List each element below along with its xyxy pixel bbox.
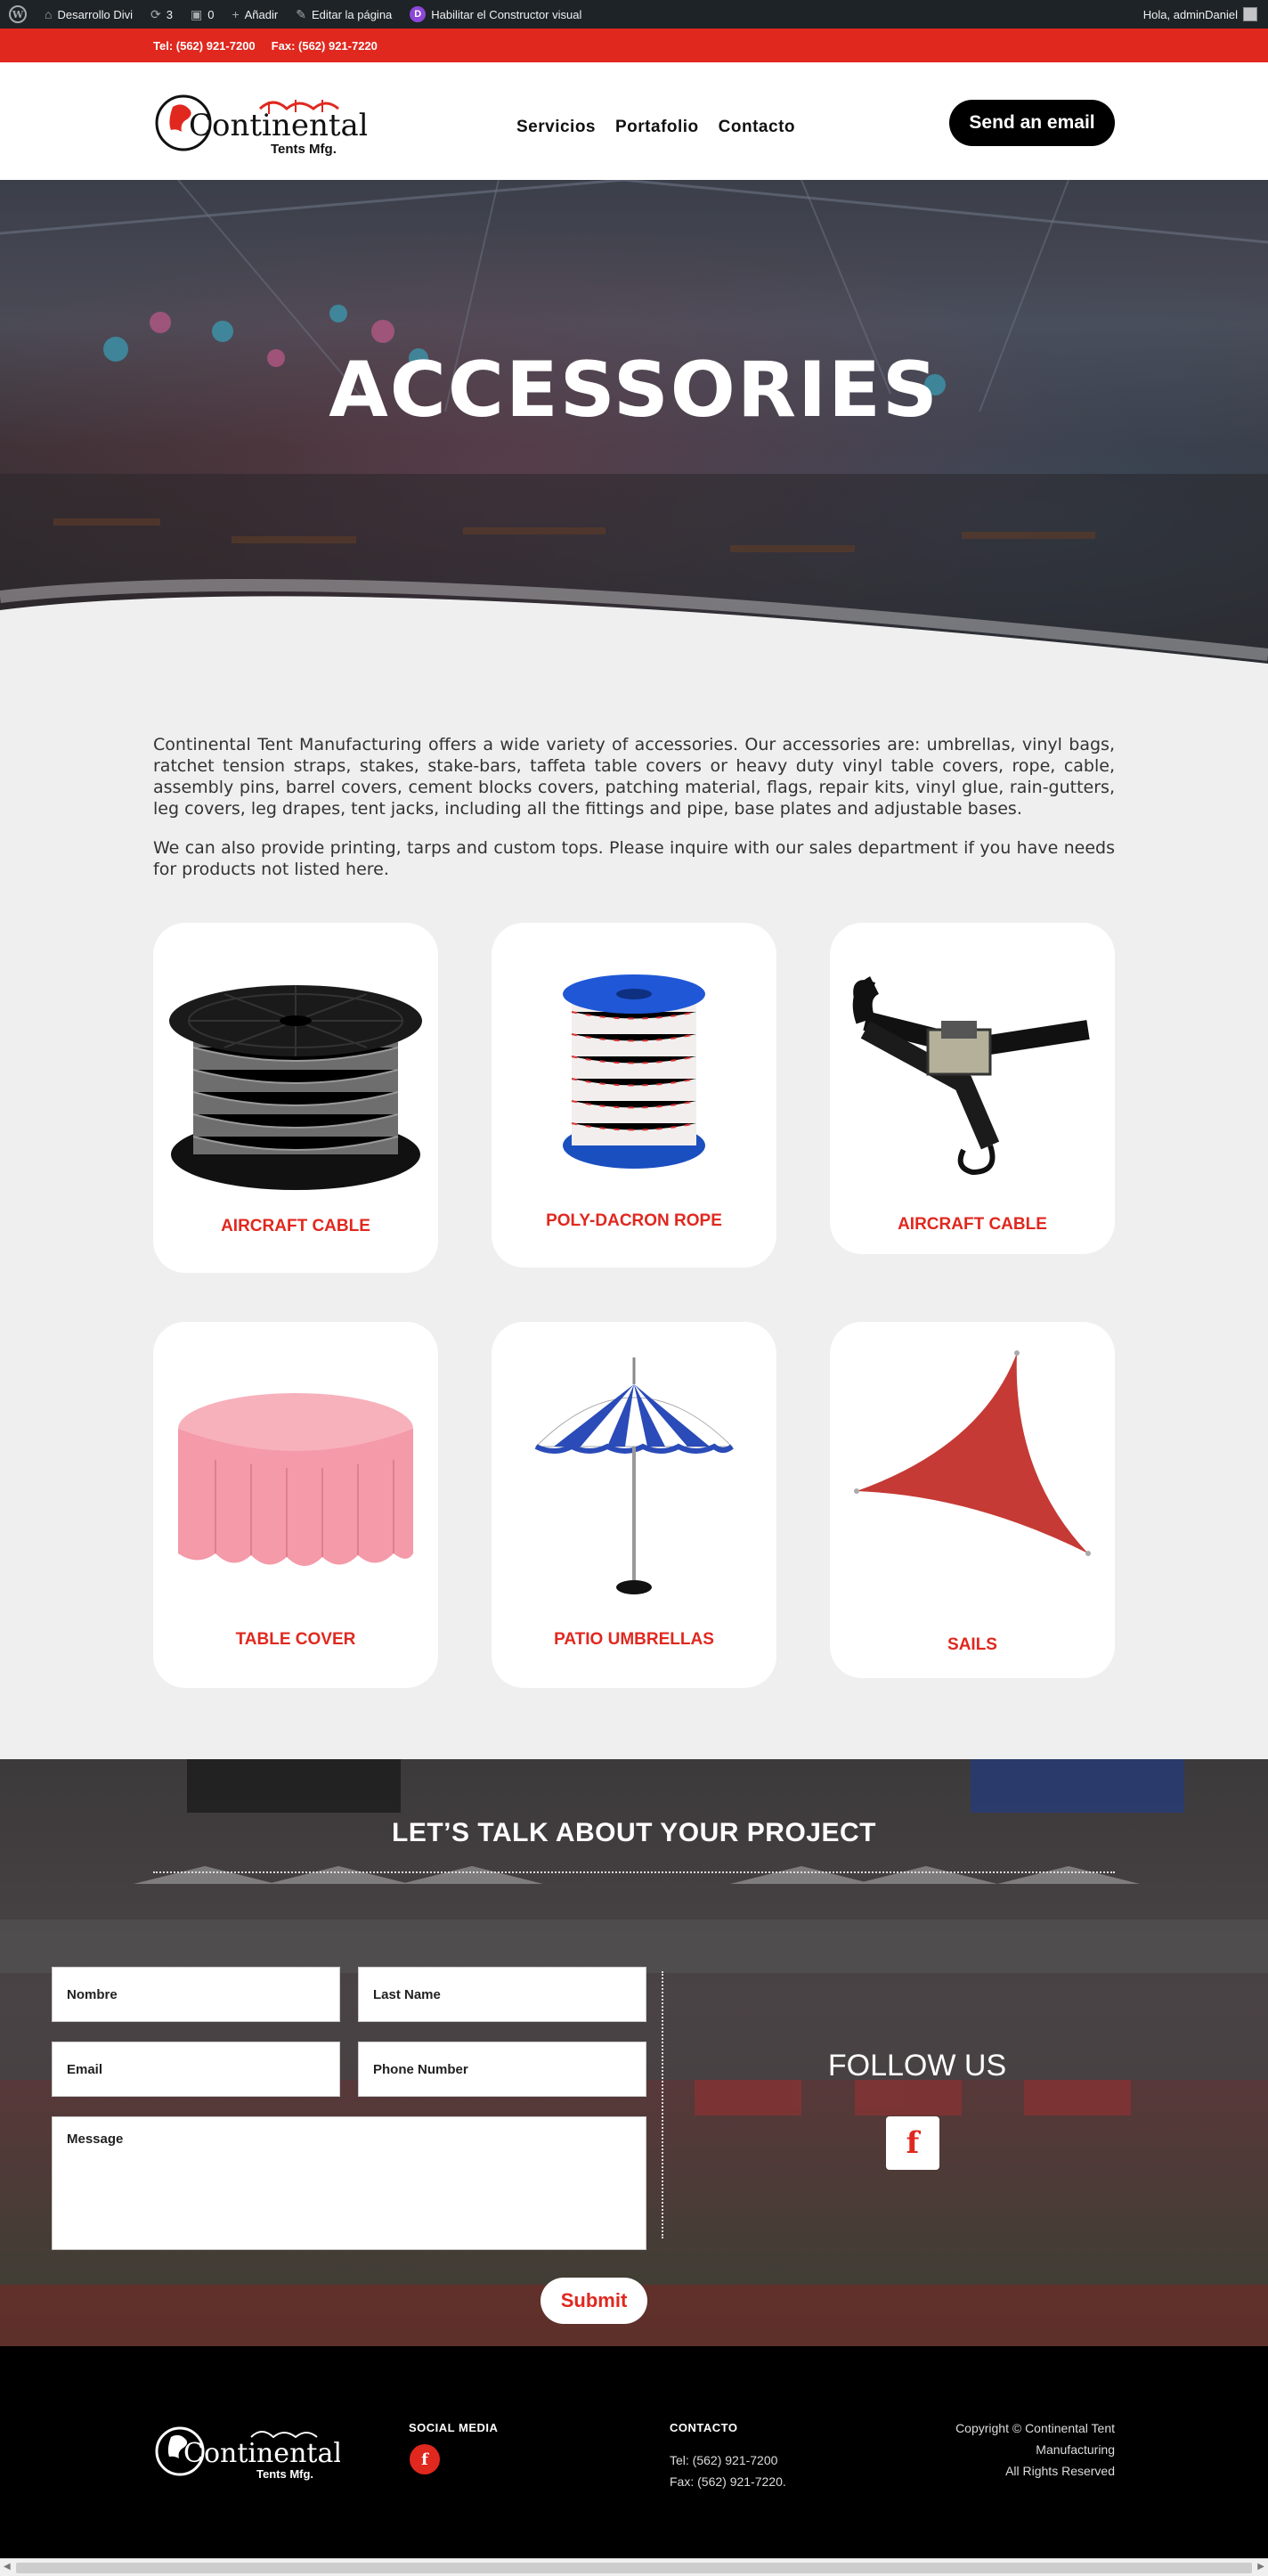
top-contact-bar: Tel: (562) 921-7200 Fax: (562) 921-7220 [0,29,1268,62]
comment-icon: ▣ [190,6,203,21]
wordpress-menu[interactable]: W [0,0,36,29]
add-new-link[interactable]: + Añadir [223,0,287,29]
updates-link[interactable]: ⟳ 3 [142,0,182,29]
home-icon: ⌂ [45,7,53,21]
copyright-line-2: Manufacturing [1036,2442,1115,2457]
footer-logo-subtext: Tents Mfg. [256,2467,313,2481]
footer-logo-wordmark: Continental [183,2438,340,2469]
intro-text: Continental Tent Manufacturing offers a … [153,734,1115,898]
pencil-icon: ✎ [296,6,306,21]
footer-contact-info: Tel: (562) 921-7200 Fax: (562) 921-7220. [670,2450,786,2492]
edit-page-label: Editar la página [311,7,393,21]
first-name-field[interactable]: Nombre [52,1967,340,2022]
main-nav: Servicios Portafolio Contacto [516,118,795,137]
site-name: Desarrollo Divi [57,7,133,21]
contact-heading: CONTACTO [670,2421,738,2434]
intro-paragraph-2: We can also provide printing, tarps and … [153,838,1115,879]
site-name-link[interactable]: ⌂ Desarrollo Divi [36,0,142,29]
product-label: TABLE COVER [235,1630,356,1649]
message-field[interactable]: Message [52,2116,646,2250]
scroll-left-icon[interactable]: ◀ [4,2562,11,2572]
send-email-button[interactable]: Send an email [949,100,1115,146]
facebook-icon[interactable]: f [886,2116,939,2170]
scrollbar-thumb[interactable] [16,2563,1252,2573]
product-card[interactable]: AIRCRAFT CABLE [830,923,1115,1254]
follow-us-heading: FOLLOW US [827,2049,1007,2083]
product-card[interactable]: TABLE COVER [153,1322,438,1688]
logo-wordmark: Continental [189,108,367,143]
edit-page-link[interactable]: ✎ Editar la página [287,0,401,29]
logo-subtext: Tents Mfg. [271,142,337,157]
submit-button[interactable]: Submit [541,2278,647,2324]
product-label: POLY-DACRON ROPE [546,1211,722,1230]
vertical-divider [662,1971,663,2238]
visual-builder-label: Habilitar el Constructor visual [431,7,582,21]
divider [153,1871,1115,1873]
avatar [1243,7,1257,21]
email-field[interactable]: Email [52,2042,340,2097]
footer-fax: Fax: (562) 921-7220. [670,2474,786,2489]
rope-spool-image [563,974,705,1169]
hero-banner: ACCESSORIES [0,180,1268,664]
product-label: PATIO UMBRELLAS [554,1630,714,1649]
ratchet-strap-image [852,976,1090,1176]
product-label: AIRCRAFT CABLE [221,1217,370,1235]
nav-contacto[interactable]: Contacto [719,118,795,137]
product-label: SAILS [947,1635,997,1654]
product-card[interactable]: SAILS [830,1322,1115,1678]
footer-logo[interactable]: Continental Tents Mfg. [153,2417,340,2489]
patio-umbrella-image [534,1357,734,1594]
site-header: Continental Tents Mfg. Servicios Portafo… [0,62,1268,180]
site-logo[interactable]: Continental Tents Mfg. [153,89,367,160]
hero-curve-divider [0,578,1268,664]
page-title: ACCESSORIES [329,346,939,435]
comments-link[interactable]: ▣ 0 [182,0,223,29]
admin-bar: W ⌂ Desarrollo Divi ⟳ 3 ▣ 0 + Añadir ✎ E… [0,0,1268,29]
social-media-heading: SOCIAL MEDIA [409,2421,499,2434]
product-card[interactable]: PATIO UMBRELLAS [492,1322,776,1688]
divi-icon: D [410,6,427,22]
shade-sail-image [854,1350,1091,1556]
visual-builder-link[interactable]: D Habilitar el Constructor visual [401,0,590,29]
nav-portafolio[interactable]: Portafolio [615,118,699,137]
copyright-line-3: All Rights Reserved [1005,2464,1115,2478]
intro-paragraph-1: Continental Tent Manufacturing offers a … [153,735,1115,819]
scroll-right-icon[interactable]: ▶ [1257,2562,1264,2572]
greeting: Hola, adminDaniel [1142,7,1238,21]
copyright: Copyright © Continental Tent Manufacturi… [890,2417,1115,2482]
product-label: AIRCRAFT CABLE [898,1215,1047,1234]
nav-servicios[interactable]: Servicios [516,118,596,137]
footer-facebook-icon[interactable]: f [410,2444,440,2474]
top-phone: Tel: (562) 921-7200 [153,39,256,53]
horizontal-scrollbar[interactable]: ◀ ▶ [0,2558,1268,2576]
refresh-icon: ⟳ [150,6,161,21]
copyright-line-1: Copyright © Continental Tent [955,2421,1115,2435]
wordpress-logo-icon: W [9,5,27,23]
phone-field[interactable]: Phone Number [358,2042,646,2097]
last-name-field[interactable]: Last Name [358,1967,646,2022]
product-card[interactable]: POLY-DACRON ROPE [492,923,776,1268]
comments-count: 0 [207,7,215,21]
add-new-label: Añadir [244,7,279,21]
plus-icon: + [232,7,240,21]
contact-title: LET’S TALK ABOUT YOUR PROJECT [392,1818,876,1847]
account-menu[interactable]: Hola, adminDaniel [1143,7,1268,21]
footer-tel: Tel: (562) 921-7200 [670,2453,778,2467]
top-fax: Fax: (562) 921-7220 [271,39,378,53]
table-cover-image [178,1393,413,1566]
cable-spool-image [169,985,422,1190]
product-card[interactable]: AIRCRAFT CABLE [153,923,438,1273]
updates-count: 3 [166,7,173,21]
